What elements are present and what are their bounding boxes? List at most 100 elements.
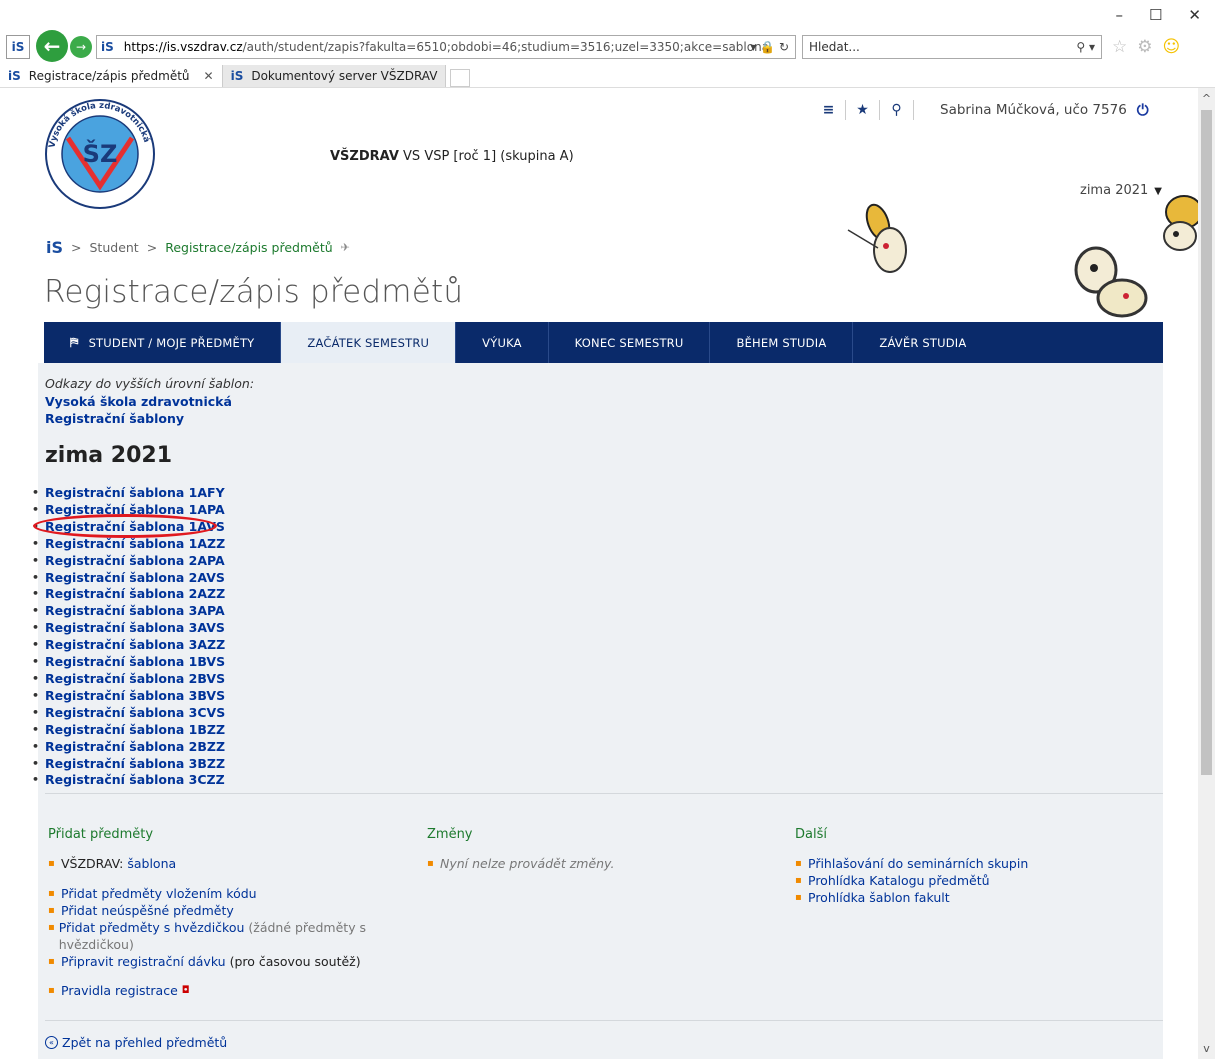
url-actions[interactable]: ▾ 🔒 ↻ — [750, 40, 789, 54]
tab-vyuka[interactable]: VÝUKA — [456, 322, 549, 363]
template-link[interactable]: Registrační šablona 3BVS — [45, 688, 225, 705]
list-item: ▪ Přihlašování do seminárních skupin — [795, 856, 1029, 873]
template-link[interactable]: Registrační šablona 1BZZ — [45, 722, 225, 739]
period-selector[interactable]: zima 2021 ▼ — [1080, 183, 1162, 198]
tab-label: Registrace/zápis předmětů — [28, 69, 190, 83]
butterfly-icon — [847, 203, 907, 273]
school-logo[interactable]: Vysoká škola zdravotnická ŠZ — [44, 98, 156, 210]
template-link[interactable]: Registrační šablona 2BZZ — [45, 739, 225, 756]
external-link-icon: ◘ — [181, 985, 190, 997]
search-placeholder: Hledat... — [809, 40, 860, 54]
template-link[interactable]: Registrační šablona 3AVS — [45, 620, 225, 637]
tab-label: VÝUKA — [482, 335, 522, 350]
tab-student-moje-predmety[interactable]: ⛿ STUDENT / MOJE PŘEDMĚTY — [44, 322, 282, 363]
uplink-school[interactable]: Vysoká škola zdravotnická — [45, 393, 232, 410]
add-by-code-link[interactable]: Přidat předměty vložením kódu — [61, 886, 257, 903]
uplink-templates[interactable]: Registrační šablony — [45, 410, 232, 427]
breadcrumb-home-icon[interactable]: iS — [46, 238, 63, 257]
list-item: • Registrační šablona 3AZZ — [32, 637, 226, 654]
template-link[interactable]: Registrační šablona 1BVS — [45, 654, 225, 671]
template-link[interactable]: Registrační šablona 3BZZ — [45, 756, 225, 773]
tab-registrace[interactable]: iS Registrace/zápis předmětů ✕ — [0, 65, 222, 87]
top-bar: ≡ ★ ⚲ Sabrina Múčková, učo 7576 ⏻ — [812, 100, 1149, 120]
user-name[interactable]: Sabrina Múčková, učo 7576 — [940, 102, 1127, 118]
template-link[interactable]: Registrační šablona 2AZZ — [45, 586, 225, 603]
add-failed-link[interactable]: Přidat neúspěšné předměty — [61, 903, 234, 920]
address-bar[interactable]: iS https://is.vszdrav.cz/auth/student/za… — [96, 35, 796, 59]
list-item: • Registrační šablona 3BZZ — [32, 755, 226, 773]
forward-arrow-icon[interactable]: → — [70, 36, 92, 58]
batch-link[interactable]: Připravit registrační dávku — [61, 954, 226, 969]
template-link[interactable]: Registrační šablona 1AZZ — [45, 536, 225, 553]
study-info: VS VSP [roč 1] (skupina A) — [398, 149, 574, 164]
logout-power-icon[interactable]: ⏻ — [1137, 101, 1149, 119]
list-item: • Registrační šablona 1AFY — [32, 485, 225, 502]
favorites-star-icon[interactable]: ★ — [846, 100, 880, 120]
list-item: • Registrační šablona 1BZZ — [32, 721, 226, 739]
page-title: Registrace/zápis předmětů — [44, 274, 464, 310]
add-starred-link[interactable]: Přidat předměty s hvězdičkou — [59, 920, 245, 935]
vertical-scrollbar[interactable]: ^ v — [1198, 88, 1215, 1059]
tab-label: ZAČÁTEK SEMESTRU — [307, 335, 430, 350]
back-arrow-icon[interactable]: ← — [36, 30, 68, 62]
template-link[interactable]: Registrační šablona 2BVS — [45, 671, 225, 688]
template-link[interactable]: Registrační šablona 3CZZ — [45, 772, 225, 789]
menu-icon[interactable]: ≡ — [812, 100, 846, 120]
maximize-button[interactable]: ☐ — [1149, 6, 1162, 24]
list-item: ▪ Nyní nelze provádět změny. — [427, 856, 615, 871]
tab-konec-semestru[interactable]: KONEC SEMESTRU — [549, 322, 711, 363]
changes-note: Nyní nelze provádět změny. — [440, 856, 615, 871]
minimize-button[interactable]: – — [1115, 6, 1123, 24]
tab-zacatek-semestru[interactable]: ZAČÁTEK SEMESTRU — [281, 322, 457, 363]
scroll-down-icon[interactable]: v — [1198, 1042, 1215, 1055]
signpost-icon: ⛿ — [70, 335, 79, 349]
list-item: ▪ Přidat předměty vložením kódu — [48, 885, 257, 903]
new-tab-button[interactable] — [450, 69, 471, 87]
faculty-templates-link[interactable]: Prohlídka šablon fakult — [808, 890, 950, 907]
content-panel: Odkazy do vyšších úrovní šablon: Vysoká … — [32, 363, 1163, 1059]
favorites-star-icon[interactable]: ☆ — [1112, 37, 1127, 57]
settings-gear-icon[interactable]: ⚙ — [1137, 37, 1152, 57]
template-link[interactable]: Registrační šablona 3CVS — [45, 705, 225, 722]
feedback-smiley-icon[interactable]: ☺ — [1163, 37, 1181, 57]
pin-icon[interactable]: ✈ — [341, 241, 350, 254]
list-item: • Registrační šablona 2BZZ — [32, 738, 226, 756]
search-icon[interactable]: ⚲ — [880, 100, 914, 120]
breadcrumb-student[interactable]: Student — [90, 240, 139, 255]
tab-dokumentovy-server[interactable]: iS Dokumentový server VŠZDRAV — [221, 65, 447, 87]
double-chevron-left-icon: « — [45, 1036, 58, 1049]
template-link[interactable]: šablona — [127, 856, 176, 871]
browser-search-input[interactable]: Hledat... ⚲ ▾ — [802, 35, 1102, 59]
tab-behem-studia[interactable]: BĚHEM STUDIA — [710, 322, 854, 363]
scroll-thumb[interactable] — [1201, 110, 1212, 775]
url-path: /auth/student/zapis?fakulta=6510;obdobi=… — [242, 40, 770, 54]
back-link-label[interactable]: Zpět na přehled předmětů — [62, 1035, 227, 1050]
search-icon[interactable]: ⚲ ▾ — [1076, 40, 1095, 54]
template-link[interactable]: Registrační šablona 2AVS — [45, 570, 225, 587]
close-window-button[interactable]: ✕ — [1188, 6, 1201, 24]
tab-label: Dokumentový server VŠZDRAV — [251, 69, 438, 83]
list-item: ▪ VŠZDRAV: šablona — [48, 856, 177, 871]
butterfly-icon — [1163, 195, 1198, 251]
course-catalog-link[interactable]: Prohlídka Katalogu předmětů — [808, 873, 990, 890]
browser-toolbar: ☆ ⚙ ☺ — [1112, 37, 1180, 57]
changes-column: Změny ▪ Nyní nelze provádět změny. — [427, 827, 747, 873]
back-to-overview[interactable]: « Zpět na přehled předmětů — [45, 1035, 227, 1050]
seminar-groups-link[interactable]: Přihlašování do seminárních skupin — [808, 856, 1028, 873]
breadcrumb-current[interactable]: Registrace/zápis předmětů — [165, 240, 332, 255]
template-link[interactable]: Registrační šablona 3AZZ — [45, 637, 225, 654]
template-link[interactable]: Registrační šablona 2APA — [45, 553, 225, 570]
breadcrumb-separator: > — [146, 240, 158, 255]
list-item: ▪ Pravidla registrace ◘ — [48, 983, 190, 1000]
url-host: https://is.vszdrav.cz — [123, 40, 243, 54]
tab-close-icon[interactable]: ✕ — [204, 69, 214, 83]
tab-zaver-studia[interactable]: ZÁVĚR STUDIA — [853, 322, 992, 363]
template-link[interactable]: Registrační šablona 1AFY — [45, 485, 225, 502]
scroll-up-icon[interactable]: ^ — [1198, 92, 1215, 105]
divider — [45, 793, 1163, 794]
breadcrumb-separator: > — [71, 240, 82, 255]
rules-link[interactable]: Pravidla registrace — [61, 983, 178, 1000]
is-app-icon[interactable]: iS — [6, 35, 30, 59]
window-controls: – ☐ ✕ — [1115, 6, 1201, 24]
template-link[interactable]: Registrační šablona 3APA — [45, 603, 225, 620]
